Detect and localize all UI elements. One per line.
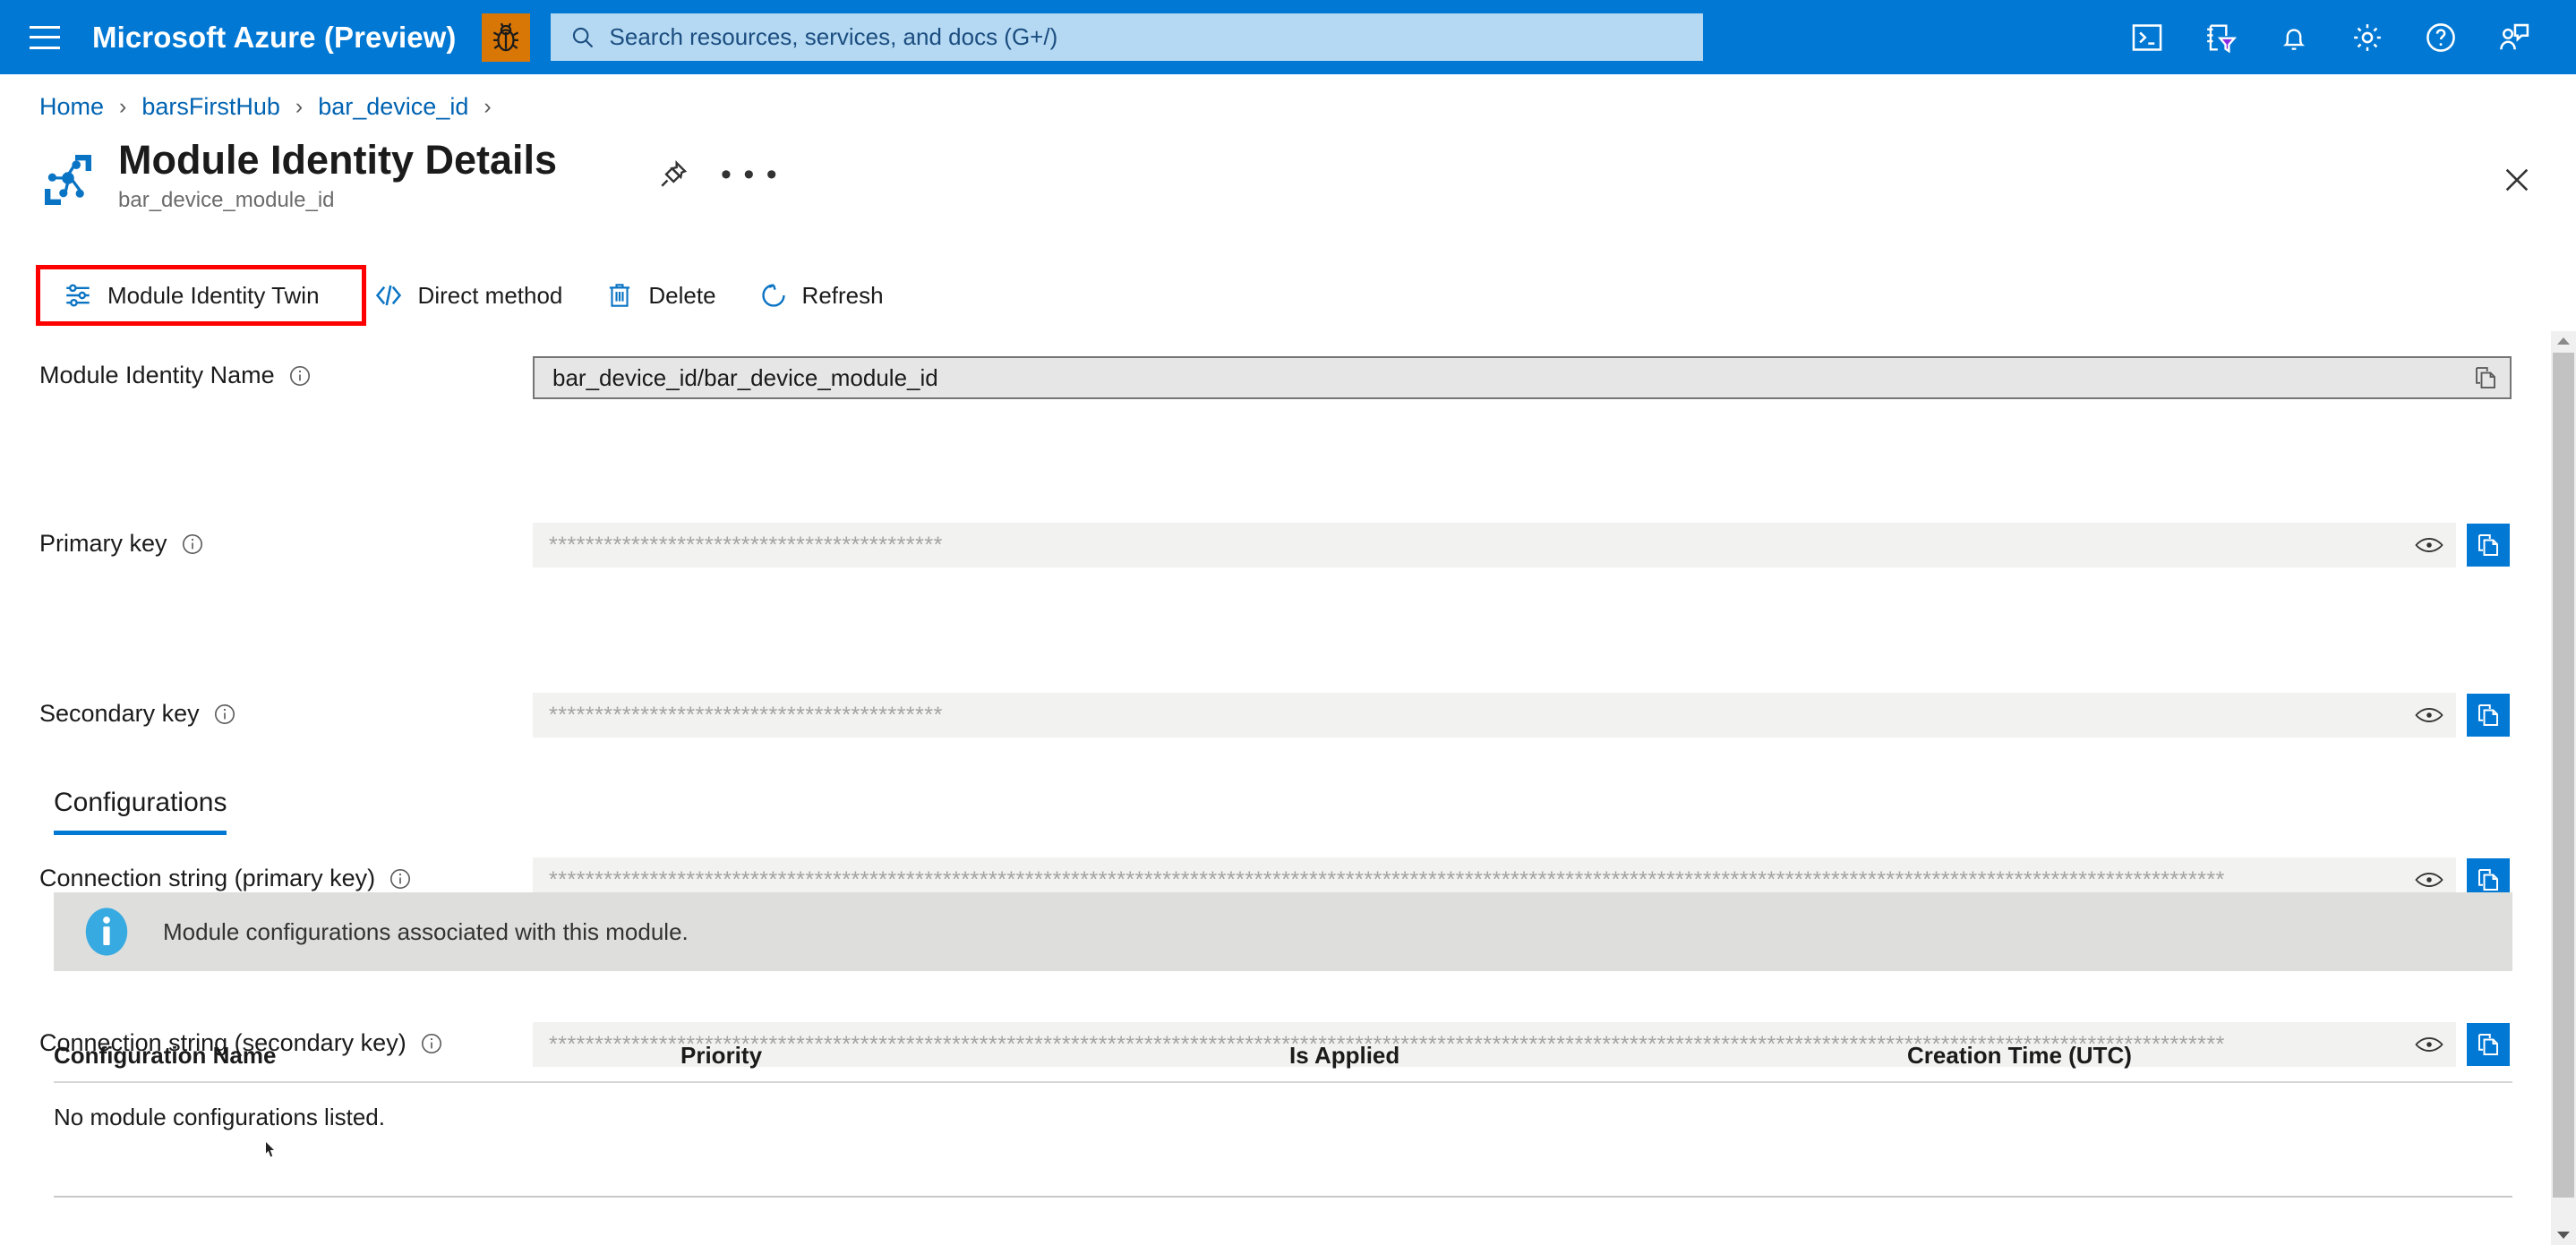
info-banner-text: Module configurations associated with th… xyxy=(163,917,689,945)
module-identity-icon xyxy=(39,151,97,209)
table-header-row: Configuration Name Priority Is Applied C… xyxy=(54,1029,2512,1083)
column-header-creation-time[interactable]: Creation Time (UTC) xyxy=(1907,1042,2512,1070)
settings-gear-icon[interactable] xyxy=(2338,8,2397,67)
vertical-scrollbar[interactable] xyxy=(2551,331,2576,1245)
table-empty-message: No module configurations listed. xyxy=(54,1103,385,1130)
feedback-person-icon[interactable] xyxy=(2485,8,2544,67)
configurations-table: Configuration Name Priority Is Applied C… xyxy=(54,1029,2512,1151)
field-label: Module Identity Name xyxy=(39,362,312,389)
tab-configurations[interactable]: Configurations xyxy=(54,788,227,835)
table-bottom-divider xyxy=(54,1196,2512,1198)
close-icon[interactable] xyxy=(2496,159,2537,200)
notifications-bell-icon[interactable] xyxy=(2264,8,2324,67)
page-subtitle: bar_device_module_id xyxy=(118,187,335,212)
ellipsis-icon[interactable]: • • • xyxy=(721,158,779,190)
chevron-down-icon[interactable] xyxy=(2551,1225,2576,1245)
command-direct-method[interactable]: Direct method xyxy=(361,269,576,321)
field-secondary-key: Secondary key **************************… xyxy=(0,516,2576,738)
breadcrumb-separator: › xyxy=(484,94,492,119)
breadcrumb-item-home[interactable]: Home xyxy=(39,93,104,121)
top-bar-actions xyxy=(2118,8,2576,67)
pin-icon[interactable] xyxy=(658,159,689,190)
breadcrumb: Home › barsFirstHub › bar_device_id › xyxy=(39,93,507,121)
info-banner: Module configurations associated with th… xyxy=(54,892,2512,971)
breadcrumb-item-hub[interactable]: barsFirstHub xyxy=(141,93,280,121)
command-delete[interactable]: Delete xyxy=(593,269,728,321)
column-header-is-applied[interactable]: Is Applied xyxy=(1289,1042,1907,1070)
field-control: bar_device_id/bar_device_module_id xyxy=(533,356,2512,399)
field-label: Connection string (primary key) xyxy=(39,865,412,892)
module-identity-name-input[interactable]: bar_device_id/bar_device_module_id xyxy=(533,356,2512,399)
command-label: Direct method xyxy=(417,281,563,309)
eye-icon[interactable] xyxy=(2415,870,2443,890)
command-module-identity-twin[interactable]: Module Identity Twin xyxy=(50,269,332,321)
top-navigation-bar: Microsoft Azure (Preview) Search resourc… xyxy=(0,0,2576,74)
copy-icon[interactable] xyxy=(2472,364,2499,391)
search-icon xyxy=(570,25,595,50)
direct-method-icon xyxy=(373,280,404,311)
page-title: Module Identity Details xyxy=(118,137,558,183)
field-connection-string-primary: Connection string (primary key) ********… xyxy=(0,598,2576,902)
help-question-icon[interactable] xyxy=(2411,8,2470,67)
chevron-up-icon[interactable] xyxy=(2551,331,2576,351)
command-bar: Module Identity Twin Direct method Delet… xyxy=(0,265,2576,326)
module-identity-twin-icon xyxy=(63,280,93,311)
identity-details-form: Module Identity Name bar_device_id/bar_d… xyxy=(0,351,2576,1067)
field-value: bar_device_id/bar_device_module_id xyxy=(552,363,938,391)
breadcrumb-item-device[interactable]: bar_device_id xyxy=(318,93,468,121)
info-icon[interactable] xyxy=(288,364,312,388)
info-circle-icon xyxy=(81,906,133,958)
field-primary-key: Primary key ****************************… xyxy=(0,433,2576,567)
bug-icon[interactable] xyxy=(481,13,530,62)
page-header-actions: • • • xyxy=(658,158,779,190)
field-value: ****************************************… xyxy=(549,866,2225,892)
directories-filter-icon[interactable] xyxy=(2191,8,2250,67)
scrollbar-thumb[interactable] xyxy=(2553,353,2574,1198)
command-refresh[interactable]: Refresh xyxy=(747,269,896,321)
info-icon[interactable] xyxy=(389,867,412,891)
column-header-configuration-name[interactable]: Configuration Name xyxy=(54,1042,680,1070)
search-placeholder: Search resources, services, and docs (G+… xyxy=(609,23,1058,50)
page-header: Module Identity Details bar_device_modul… xyxy=(39,137,558,213)
delete-trash-icon xyxy=(605,281,634,310)
table-empty-row: No module configurations listed. xyxy=(54,1083,2512,1151)
brand-title[interactable]: Microsoft Azure (Preview) xyxy=(92,21,457,55)
command-label: Refresh xyxy=(801,281,884,309)
command-label: Module Identity Twin xyxy=(107,281,320,309)
breadcrumb-separator: › xyxy=(295,94,304,119)
hamburger-icon[interactable] xyxy=(30,25,60,49)
refresh-icon xyxy=(759,281,788,310)
command-label: Delete xyxy=(648,281,716,309)
field-module-identity-name: Module Identity Name bar_device_id/bar_d… xyxy=(0,351,2576,433)
field-connection-string-secondary: Connection string (secondary key) ******… xyxy=(0,680,2576,1067)
cloud-shell-icon[interactable] xyxy=(2118,8,2177,67)
search-input[interactable]: Search resources, services, and docs (G+… xyxy=(550,13,1703,61)
breadcrumb-separator: › xyxy=(119,94,127,119)
column-header-priority[interactable]: Priority xyxy=(680,1042,1289,1070)
tab-strip: Configurations xyxy=(54,788,227,835)
